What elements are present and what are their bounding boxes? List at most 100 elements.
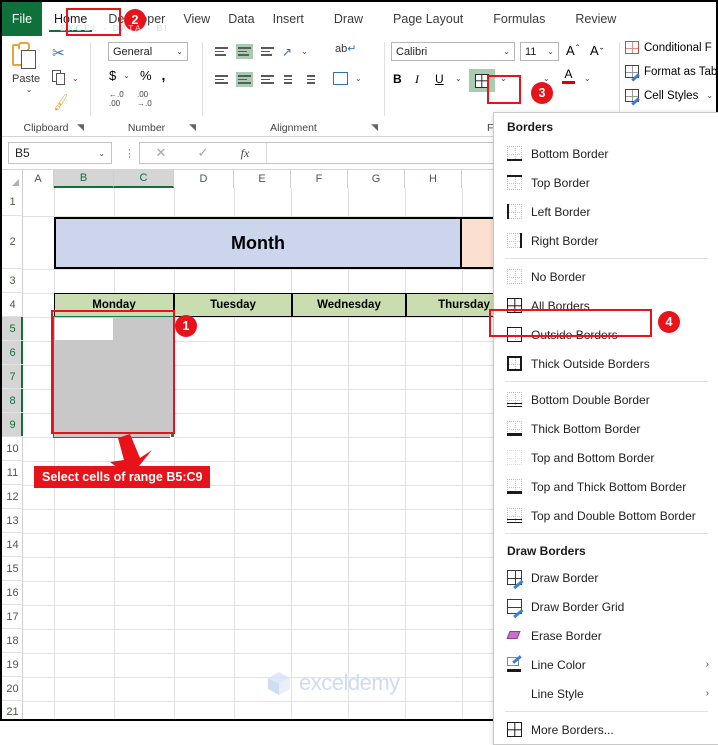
row-header-9[interactable]: 9	[2, 413, 23, 437]
align-bottom-button[interactable]	[259, 44, 276, 59]
menu-item-bottom-double-border[interactable]: Bottom Double Border	[494, 385, 718, 414]
menu-item-right-border[interactable]: Right Border	[494, 226, 718, 255]
menu-item-top-and-bottom-border[interactable]: Top and Bottom Border	[494, 443, 718, 472]
percent-format-button[interactable]: %	[140, 68, 152, 83]
cell-day-tuesday[interactable]: Tuesday	[174, 293, 292, 317]
align-center-button[interactable]	[236, 72, 253, 87]
align-middle-button[interactable]	[236, 44, 253, 59]
underline-button[interactable]: U	[435, 72, 444, 86]
column-header-F[interactable]: F	[291, 170, 348, 188]
menu-item-line-color[interactable]: Line Color ›	[494, 650, 718, 679]
menu-item-bottom-border[interactable]: Bottom Border	[494, 139, 718, 168]
row-header-13[interactable]: 13	[2, 509, 23, 533]
formula-bar-more-icon[interactable]: ⋮	[124, 147, 135, 160]
cut-icon[interactable]: ✂	[52, 44, 65, 62]
align-top-button[interactable]	[213, 44, 230, 59]
cell-styles-button[interactable]: Cell Styles ⌄	[625, 89, 713, 106]
currency-chevron-down-icon[interactable]: ⌄	[123, 71, 130, 80]
cell-month-title[interactable]: Month	[54, 217, 462, 269]
row-header-20[interactable]: 20	[2, 677, 23, 701]
borders-dropdown-menu[interactable]: Borders Bottom Border Top Border Left Bo…	[493, 112, 718, 745]
align-right-button[interactable]	[259, 72, 276, 87]
menu-item-no-border[interactable]: No Border	[494, 262, 718, 291]
column-header-H[interactable]: H	[405, 170, 462, 188]
orientation-icon[interactable]: ↗	[282, 45, 292, 59]
number-format-select[interactable]: General ⌄	[108, 42, 188, 61]
row-header-8[interactable]: 8	[2, 389, 23, 413]
format-as-table-button[interactable]: Format as Tab	[625, 65, 717, 82]
number-dialog-launcher[interactable]: ◥	[189, 122, 196, 133]
merge-cells-button[interactable]: ⌄	[333, 72, 362, 85]
select-all-corner[interactable]	[2, 170, 23, 188]
font-color-chevron-down-icon[interactable]: ⌄	[584, 74, 591, 83]
row-header-15[interactable]: 15	[2, 557, 23, 581]
decrease-indent-button[interactable]	[282, 72, 299, 87]
row-header-1[interactable]: 1	[2, 188, 23, 216]
comma-format-button[interactable]: ,	[162, 67, 166, 83]
menu-item-draw-border-grid[interactable]: Draw Border Grid	[494, 592, 718, 621]
wrap-text-icon[interactable]: ab↵	[335, 42, 356, 55]
row-header-21[interactable]: 21	[2, 701, 23, 719]
conditional-formatting-button[interactable]: Conditional F	[625, 41, 712, 54]
row-header-12[interactable]: 12	[2, 485, 23, 509]
underline-chevron-down-icon[interactable]: ⌄	[455, 74, 462, 83]
row-header-19[interactable]: 19	[2, 653, 23, 677]
row-header-7[interactable]: 7	[2, 365, 23, 389]
column-header-G[interactable]: G	[348, 170, 405, 188]
cell-day-wednesday[interactable]: Wednesday	[292, 293, 406, 317]
tab-file[interactable]: File	[2, 2, 42, 36]
name-box[interactable]: B5 ⌄	[8, 142, 112, 164]
increase-decimal-button[interactable]: .00 →.0	[137, 90, 152, 108]
copy-button[interactable]: ⌄	[52, 70, 79, 86]
format-painter-icon[interactable]: 🖌	[50, 92, 71, 112]
align-left-button[interactable]	[213, 72, 230, 87]
font-name-select[interactable]: Calibri ⌄	[391, 42, 515, 61]
menu-item-line-style[interactable]: Line Style ›	[494, 679, 718, 708]
row-header-14[interactable]: 14	[2, 533, 23, 557]
column-header-E[interactable]: E	[234, 170, 291, 188]
tab-formulas[interactable]: Formulas	[484, 2, 554, 36]
cancel-icon[interactable]: ✕	[140, 145, 182, 161]
row-header-17[interactable]: 17	[2, 605, 23, 629]
menu-item-top-and-double-bottom-border[interactable]: Top and Double Bottom Border	[494, 501, 718, 530]
font-color-button[interactable]: A	[562, 68, 575, 84]
menu-item-left-border[interactable]: Left Border	[494, 197, 718, 226]
row-header-18[interactable]: 18	[2, 629, 23, 653]
row-header-6[interactable]: 6	[2, 341, 23, 365]
column-header-D[interactable]: D	[174, 170, 234, 188]
font-size-select[interactable]: 11 ⌄	[520, 42, 559, 61]
menu-item-top-and-thick-bottom-border[interactable]: Top and Thick Bottom Border	[494, 472, 718, 501]
column-header-A[interactable]: A	[23, 170, 54, 188]
menu-item-thick-bottom-border[interactable]: Thick Bottom Border	[494, 414, 718, 443]
menu-item-more-borders[interactable]: More Borders...	[494, 715, 718, 744]
paste-button[interactable]: Paste ⌄	[12, 42, 43, 94]
currency-format-button[interactable]: $	[109, 68, 116, 83]
orientation-chevron-down-icon[interactable]: ⌄	[301, 47, 308, 56]
row-header-3[interactable]: 3	[2, 269, 23, 293]
tab-view[interactable]: View	[174, 2, 219, 36]
row-header-16[interactable]: 16	[2, 581, 23, 605]
tab-data[interactable]: Data	[219, 2, 263, 36]
clipboard-dialog-launcher[interactable]: ◥	[77, 122, 84, 133]
menu-item-draw-border[interactable]: Draw Border	[494, 563, 718, 592]
bold-button[interactable]: B	[393, 72, 402, 86]
menu-item-erase-border[interactable]: Erase Border	[494, 621, 718, 650]
row-header-11[interactable]: 11	[2, 461, 23, 485]
insert-function-icon[interactable]: fx	[224, 146, 266, 161]
increase-indent-button[interactable]	[305, 72, 322, 87]
decrease-decimal-button[interactable]: ←.0.00	[109, 90, 124, 108]
alignment-dialog-launcher[interactable]: ◥	[371, 122, 378, 133]
row-header-10[interactable]: 10	[2, 437, 23, 461]
column-header-B[interactable]: B	[54, 170, 114, 188]
tab-insert[interactable]: Insert	[264, 2, 313, 36]
decrease-font-size-button[interactable]: A⌄	[590, 43, 605, 58]
row-header-4[interactable]: 4	[2, 293, 23, 317]
enter-icon[interactable]: ✓	[182, 145, 224, 161]
increase-font-size-button[interactable]: A⌃	[566, 43, 581, 58]
column-header-C[interactable]: C	[114, 170, 174, 188]
tab-page-layout[interactable]: Page Layout	[384, 2, 472, 36]
row-header-5[interactable]: 5	[2, 317, 23, 341]
menu-item-thick-outside-borders[interactable]: Thick Outside Borders	[494, 349, 718, 378]
tab-review[interactable]: Review	[566, 2, 625, 36]
tab-draw[interactable]: Draw	[325, 2, 372, 36]
